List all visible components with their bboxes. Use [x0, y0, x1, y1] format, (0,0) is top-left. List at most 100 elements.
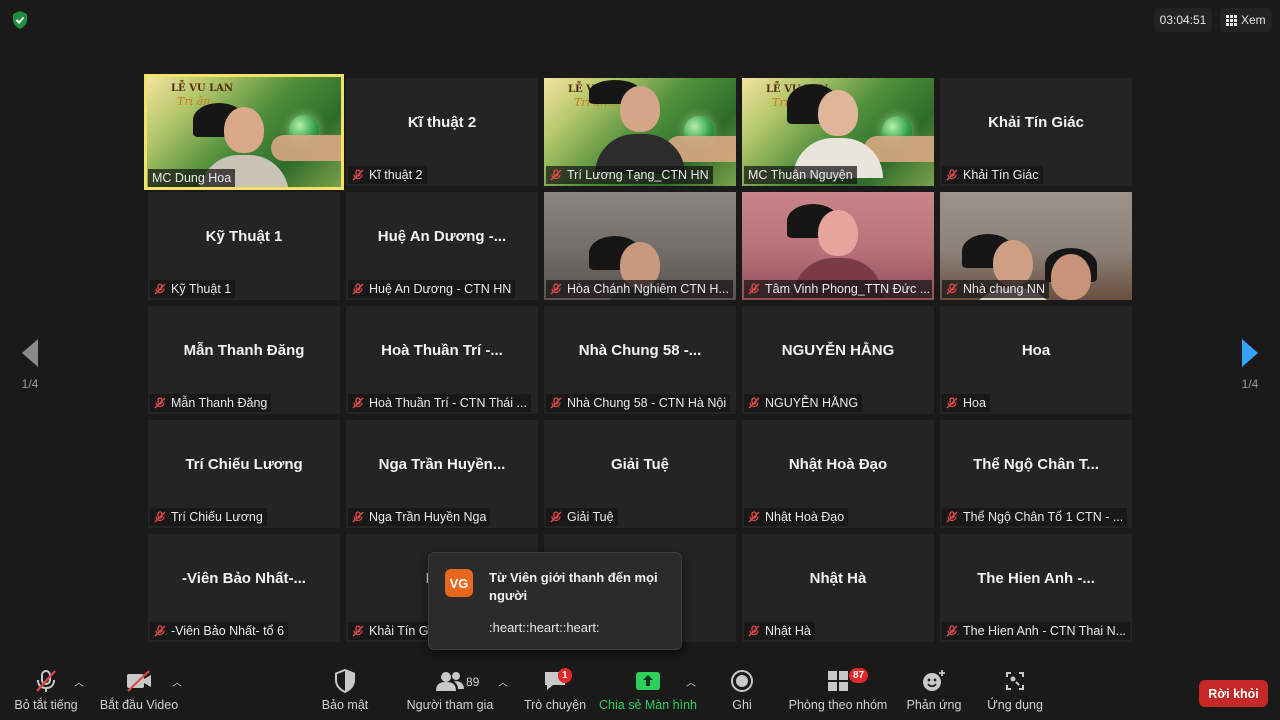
participant-tile[interactable]: Trí Chiếu Lương Trí Chiếu Lương [148, 420, 340, 528]
participant-name-label: Tâm Vinh Phong_TTN Đức ... [744, 280, 932, 298]
participant-label-text: Nhà Chung 58 - CTN Hà Nội [567, 396, 727, 410]
reactions-label: Phản ứng [906, 698, 962, 712]
microphone-muted-icon [748, 397, 760, 409]
page-indicator-left: 1/4 [21, 377, 39, 391]
participant-label-text: Khải Tín G [369, 624, 429, 638]
participant-tile[interactable]: NGUYỄN HẰNG NGUYỄN HẰNG [742, 306, 934, 414]
participant-video-person [1044, 248, 1097, 300]
participant-label-text: -Viên Bảo Nhất- tổ 6 [171, 624, 285, 638]
participant-label-text: Kĩ thuật 2 [369, 168, 423, 182]
share-options-caret-icon[interactable]: ︿ [686, 674, 696, 689]
participant-display-name: Hoà Thuần Trí -... [381, 341, 503, 359]
participants-options-caret-icon[interactable]: ︿ [498, 674, 508, 689]
participant-label-text: Tâm Vinh Phong_TTN Đức ... [765, 282, 931, 296]
reactions-button[interactable]: Phản ứng [906, 664, 962, 720]
participants-button[interactable]: Người tham gia [406, 664, 494, 720]
video-camera-off-icon [127, 670, 151, 692]
record-icon [731, 670, 753, 692]
participant-name-label: Kĩ thuật 2 [348, 166, 427, 184]
participant-label-text: Trí Chiếu Lương [171, 510, 263, 524]
participant-tile[interactable]: -Viên Bảo Nhất-... -Viên Bảo Nhất- tổ 6 [148, 534, 340, 642]
chat-notification[interactable]: VG Từ Viên giới thanh đến mọi người :hea… [428, 552, 682, 650]
participant-tile[interactable]: LỄ VU LANTri ân...MC Thuận Nguyện [742, 78, 934, 186]
participant-label-text: Hoà Thuần Trí - CTN Thái ... [369, 396, 527, 410]
participant-name-label: Nga Trần Huyền Nga [348, 508, 491, 526]
chat-button[interactable]: Trò chuyện [524, 664, 586, 720]
participant-label-text: Mẫn Thanh Đăng [171, 396, 268, 410]
participant-tile[interactable]: Hoa Hoa [940, 306, 1132, 414]
participant-display-name: Kỹ Thuật 1 [205, 227, 283, 245]
breakout-rooms-label: Phòng theo nhóm [788, 698, 888, 712]
participant-name-label: Trí Lương Tạng_CTN HN [546, 166, 713, 184]
microphone-muted-icon [154, 625, 166, 637]
participant-label-text: Huệ An Dương - CTN HN [369, 282, 512, 296]
video-banner-title: LỄ VU LAN [171, 83, 234, 94]
participant-label-text: Nhà chung NN [963, 282, 1045, 296]
participant-display-name: Nhật Hà [809, 569, 867, 587]
participant-label-text: The Hien Anh - CTN Thai N... [963, 624, 1127, 638]
leave-meeting-button[interactable]: Rời khỏi [1199, 680, 1268, 707]
participant-tile[interactable]: Nga Trần Huyền... Nga Trần Huyền Nga [346, 420, 538, 528]
participant-tile[interactable]: Tâm Vinh Phong_TTN Đức ... [742, 192, 934, 300]
participant-tile[interactable]: LỄ VU LANTri ân...Trí Lương Tạng_CTN HN [544, 78, 736, 186]
participant-tile[interactable]: Nhật Hà Nhật Hà [742, 534, 934, 642]
participant-label-text: Hòa Chánh Nghiêm CTN H... [567, 282, 729, 296]
participant-tile[interactable]: Huệ An Dương -... Huệ An Dương - CTN HN [346, 192, 538, 300]
breakout-rooms-button[interactable]: Phòng theo nhóm [788, 664, 888, 720]
meeting-toolbar: Bỏ tắt tiếng ︿ Bắt đầu Video ︿ Bảo mật N… [0, 664, 1280, 720]
participant-tile[interactable]: Hoà Thuần Trí -... Hoà Thuần Trí - CTN Th… [346, 306, 538, 414]
apps-button[interactable]: Ứng dụng [986, 664, 1044, 720]
participant-tile[interactable]: Kỹ Thuật 1 Kỹ Thuật 1 [148, 192, 340, 300]
chat-notification-title: Từ Viên giới thanh đến mọi người [489, 570, 658, 603]
breakout-rooms-icon [828, 671, 848, 691]
prev-page-button[interactable]: 1/4 [0, 320, 60, 410]
participant-label-text: NGUYỄN HẰNG [765, 396, 859, 410]
participant-name-label: Trí Chiếu Lương [150, 508, 267, 526]
participant-tile[interactable]: Nhà Chung 58 -... Nhà Chung 58 - CTN Hà N… [544, 306, 736, 414]
participant-label-text: Kỹ Thuật 1 [171, 282, 232, 296]
video-options-caret-icon[interactable]: ︿ [172, 674, 182, 689]
participant-tile[interactable]: Giải Tuệ Giải Tuệ [544, 420, 736, 528]
participant-tile[interactable]: The Hien Anh -... The Hien Anh - CTN Thai… [940, 534, 1132, 642]
microphone-muted-icon [352, 169, 364, 181]
participant-label-text: Nhật Hoà Đạo [765, 510, 845, 524]
encryption-shield-icon[interactable] [10, 10, 30, 30]
participant-display-name: The Hien Anh -... [977, 569, 1095, 587]
participant-name-label: Khải Tín Giác [942, 166, 1043, 184]
participants-icon [436, 672, 464, 691]
microphone-muted-icon [154, 397, 166, 409]
participant-display-name: Nhà Chung 58 -... [578, 341, 702, 359]
view-toggle-button[interactable]: Xem [1220, 8, 1272, 32]
participant-display-name: Huệ An Dương -... [377, 227, 507, 245]
participant-tile[interactable]: LỄ VU LAN Tri ân... MC Dung Hoa [144, 74, 344, 190]
participant-display-name: Giải Tuệ [610, 455, 670, 473]
grid-view-icon [1226, 14, 1237, 26]
participant-name-label: Nhật Hoà Đạo [744, 508, 849, 526]
microphone-muted-icon [352, 397, 364, 409]
participant-name-label: Hoà Thuần Trí - CTN Thái ... [348, 394, 531, 412]
participant-display-name: Nhật Hoà Đạo [788, 455, 888, 473]
participant-tile[interactable]: Nhật Hoà Đạo Nhật Hoà Đạo [742, 420, 934, 528]
apps-label: Ứng dụng [987, 698, 1043, 712]
next-page-button[interactable]: 1/4 [1220, 320, 1280, 410]
microphone-muted-icon [550, 169, 562, 181]
security-button[interactable]: Bảo mật [320, 664, 370, 720]
record-label: Ghi [732, 698, 752, 712]
participant-tile[interactable]: Mẫn Thanh Đăng Mẫn Thanh Đăng [148, 306, 340, 414]
audio-options-caret-icon[interactable]: ︿ [74, 674, 84, 689]
record-button[interactable]: Ghi [728, 664, 756, 720]
microphone-muted-icon [154, 511, 166, 523]
participant-tile[interactable]: Nhà chung NN [940, 192, 1132, 300]
participant-tile[interactable]: Thể Ngộ Chân T... Thể Ngộ Chân Tổ 1 CTN -… [940, 420, 1132, 528]
participant-tile[interactable]: Kĩ thuật 2 Kĩ thuật 2 [346, 78, 538, 186]
chevron-left-icon [22, 339, 38, 367]
share-screen-button[interactable]: Chia sẻ Màn hình [599, 664, 697, 720]
participant-label-text: Hoa [963, 396, 986, 410]
participant-name-label: Nhà chung NN [942, 280, 1049, 298]
participant-tile[interactable]: Hòa Chánh Nghiêm CTN H... [544, 192, 736, 300]
participant-label-text: Khải Tín Giác [963, 168, 1039, 182]
participant-display-name: Trí Chiếu Lương [185, 455, 303, 473]
start-video-button[interactable]: Bắt đầu Video [100, 664, 178, 720]
participant-tile[interactable]: Khải Tín Giác Khải Tín Giác [940, 78, 1132, 186]
unmute-button[interactable]: Bỏ tắt tiếng [14, 664, 78, 720]
